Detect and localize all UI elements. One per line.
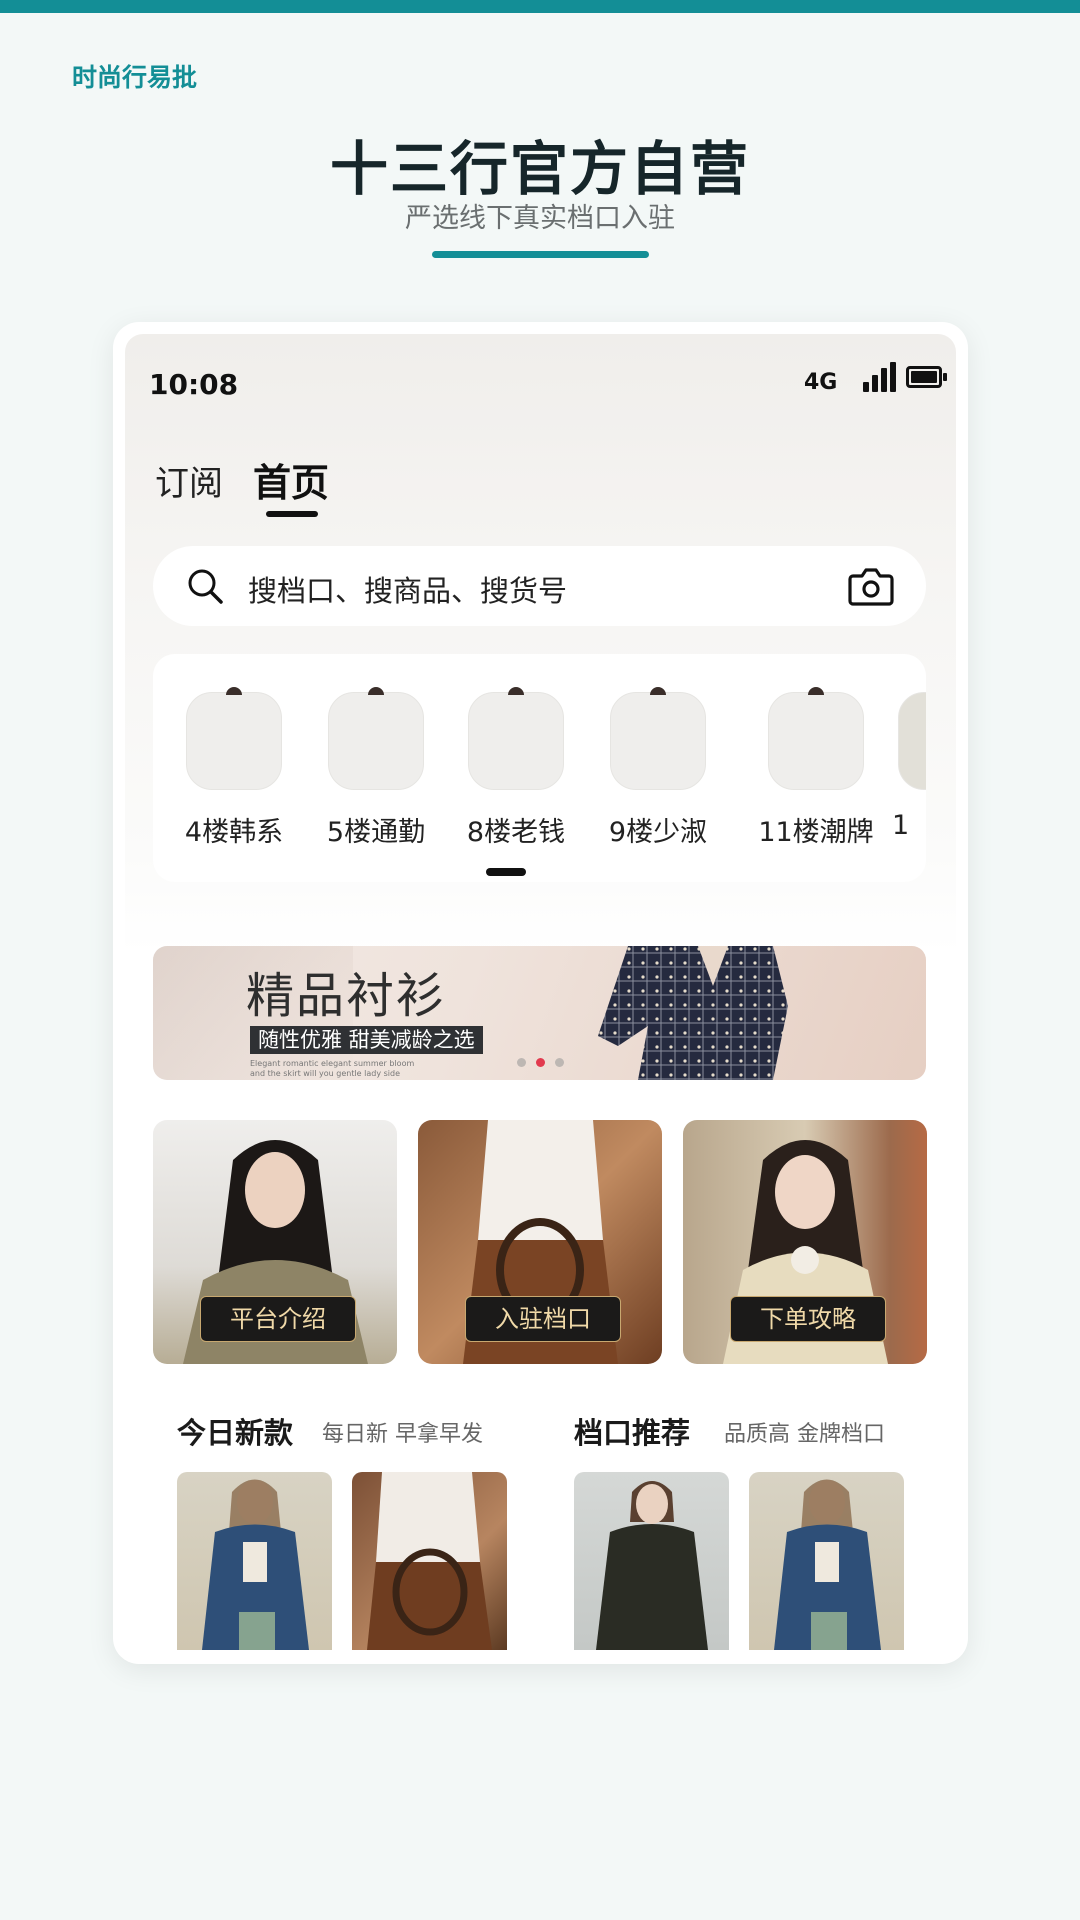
camera-icon[interactable] [847,564,895,608]
floor-thumbnail [328,687,424,790]
battery-icon [906,366,947,388]
search-bar[interactable]: 搜档口、搜商品、搜货号 [153,546,926,626]
headline-underline [432,251,649,258]
floor-item-11[interactable]: 11楼潮牌 [741,654,891,849]
subline: 严选线下真实档口入驻 [405,203,675,234]
network-type: 4G [804,370,838,395]
floor-label: 11楼潮牌 [758,817,874,848]
floor-item-8[interactable]: 8楼老钱 [451,654,581,849]
search-input[interactable]: 搜档口、搜商品、搜货号 [248,568,567,610]
floor-item-9[interactable]: 9楼少淑 [593,654,723,849]
floor-thumbnail [898,692,926,790]
tab-home[interactable]: 首页 [253,452,329,507]
headline: 十三行官方自营 [329,135,750,203]
search-icon [188,569,223,604]
floor-item-partial[interactable]: 1 [892,654,926,841]
floor-label: 4楼韩系 [184,817,284,848]
floor-category-strip: 4楼韩系 5楼通勤 8楼老钱 9楼少淑 11楼潮牌 1 [153,654,926,882]
brand-name: 时尚行易批 [72,63,198,92]
floor-item-4[interactable]: 4楼韩系 [169,654,299,849]
floor-label: 9楼少淑 [608,817,708,848]
floor-thumbnail [768,687,864,790]
top-accent-strip [0,0,1080,13]
floor-label: 5楼通勤 [326,817,426,848]
app-screen: 10:08 4G 订阅 首页 搜档口、搜商品、搜货号 4楼韩系 5楼通勤 8楼老… [125,334,956,1652]
active-tab-indicator [266,511,318,517]
floor-thumbnail [610,687,706,790]
category-page-indicator [486,868,526,876]
floor-label: 8楼老钱 [466,817,566,848]
phone-frame: 10:08 4G 订阅 首页 搜档口、搜商品、搜货号 4楼韩系 5楼通勤 8楼老… [113,322,968,1664]
floor-thumbnail [468,687,564,790]
floor-thumbnail [186,687,282,790]
floor-label: 1 [892,810,910,841]
status-time: 10:08 [149,368,239,401]
floor-item-5[interactable]: 5楼通勤 [311,654,441,849]
signal-icon [863,362,897,392]
tab-subscribe[interactable]: 订阅 [155,456,223,505]
